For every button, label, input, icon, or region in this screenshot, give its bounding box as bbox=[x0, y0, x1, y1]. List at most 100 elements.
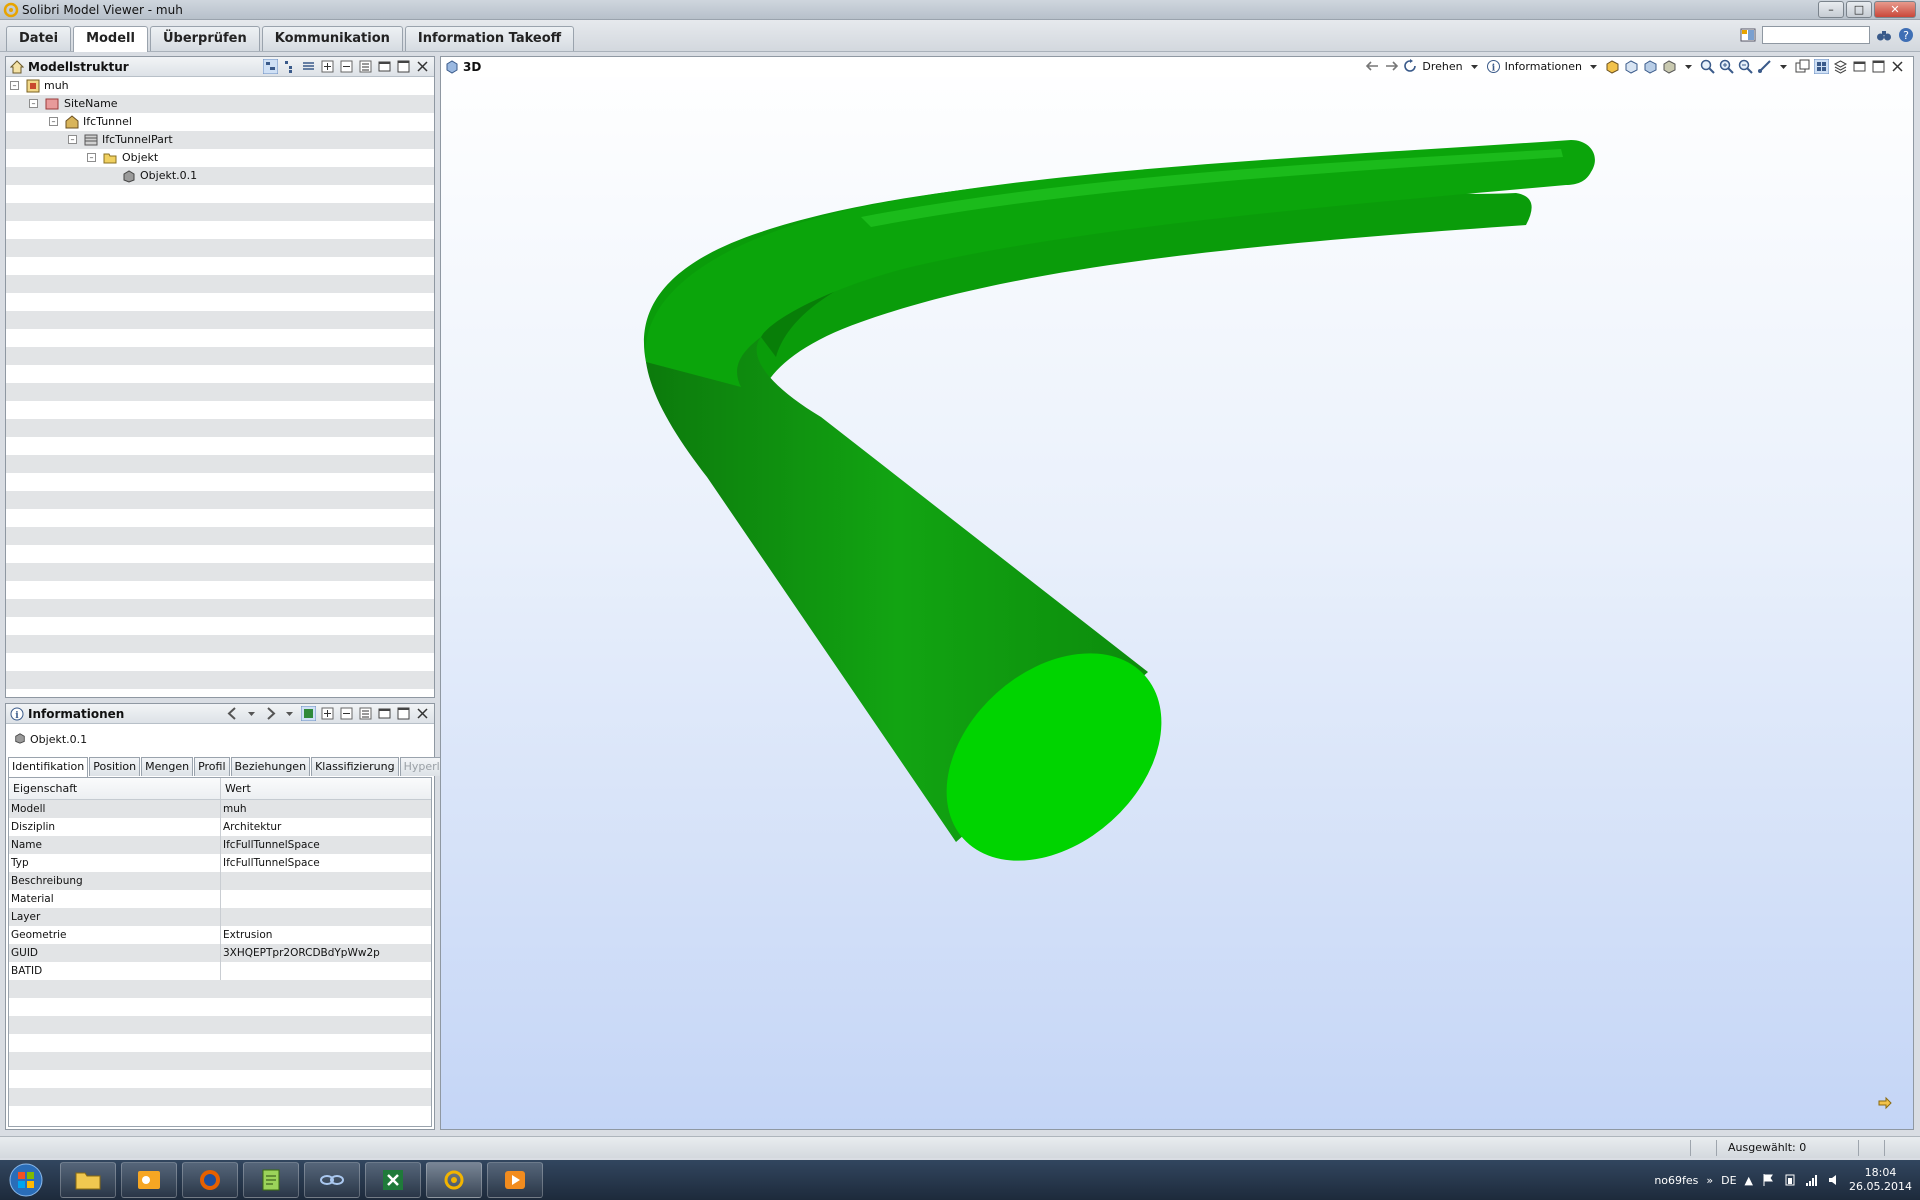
tab-mengen[interactable]: Mengen bbox=[141, 757, 194, 776]
expand-all-icon[interactable] bbox=[320, 59, 335, 74]
table-row[interactable]: Geometrie Extrusion bbox=[9, 926, 431, 944]
start-button-icon[interactable] bbox=[4, 1162, 48, 1198]
tab-beziehungen[interactable]: Beziehungen bbox=[230, 757, 311, 776]
chevron-down-icon[interactable] bbox=[1467, 59, 1482, 74]
table-row[interactable]: Material bbox=[9, 890, 431, 908]
collapse-toggle-icon[interactable]: – bbox=[87, 153, 96, 162]
collapse-toggle-icon[interactable]: – bbox=[10, 81, 19, 90]
taskbar-media[interactable] bbox=[487, 1162, 543, 1198]
clip-plane-icon[interactable] bbox=[1643, 59, 1658, 74]
measure-icon[interactable] bbox=[1757, 59, 1772, 74]
menu-tab-datei[interactable]: Datei bbox=[6, 26, 72, 51]
info-icon[interactable]: i bbox=[1486, 59, 1501, 74]
column-header-wert[interactable]: Wert bbox=[221, 778, 251, 799]
table-row[interactable]: Beschreibung bbox=[9, 872, 431, 890]
maximize-button[interactable]: □ bbox=[1846, 1, 1872, 18]
hierarchy-icon[interactable] bbox=[282, 59, 297, 74]
taskbar-explorer[interactable] bbox=[60, 1162, 116, 1198]
collapse-toggle-icon[interactable]: – bbox=[29, 99, 38, 108]
layout-icon[interactable] bbox=[1740, 27, 1756, 43]
forward-arrow-icon[interactable] bbox=[263, 706, 278, 721]
zoom-fit-icon[interactable] bbox=[1700, 59, 1715, 74]
tree-node-objekt[interactable]: – Objekt bbox=[6, 149, 434, 167]
undo-icon[interactable] bbox=[1365, 59, 1380, 74]
language-indicator[interactable]: DE bbox=[1721, 1174, 1736, 1187]
section-box-icon[interactable] bbox=[1624, 59, 1639, 74]
window-icon[interactable] bbox=[1795, 59, 1810, 74]
table-row[interactable]: Layer bbox=[9, 908, 431, 926]
collapse-toggle-icon[interactable]: – bbox=[68, 135, 77, 144]
volume-icon[interactable] bbox=[1827, 1173, 1841, 1187]
list-icon[interactable] bbox=[358, 706, 373, 721]
table-row[interactable]: Typ IfcFullTunnelSpace bbox=[9, 854, 431, 872]
table-row[interactable]: Name IfcFullTunnelSpace bbox=[9, 836, 431, 854]
tray-user-label[interactable]: no69fes bbox=[1654, 1174, 1698, 1187]
power-icon[interactable] bbox=[1783, 1173, 1797, 1187]
tab-identifikation[interactable]: Identifikation bbox=[8, 757, 89, 777]
collapse-all-icon[interactable] bbox=[339, 59, 354, 74]
info-mode-label[interactable]: Informationen bbox=[1505, 60, 1582, 73]
close-panel-icon[interactable] bbox=[415, 59, 430, 74]
chevron-down-icon[interactable] bbox=[1681, 59, 1696, 74]
flag-icon[interactable] bbox=[1761, 1173, 1775, 1187]
taskbar-firefox[interactable] bbox=[182, 1162, 238, 1198]
help-icon[interactable]: ? bbox=[1898, 27, 1914, 43]
3d-scene[interactable] bbox=[441, 57, 1913, 1129]
chevron-down-icon[interactable] bbox=[244, 706, 259, 721]
chevron-down-icon[interactable] bbox=[1586, 59, 1601, 74]
render-mode-icon[interactable] bbox=[1662, 59, 1677, 74]
maximize-panel-icon[interactable] bbox=[1871, 59, 1886, 74]
back-arrow-icon[interactable] bbox=[225, 706, 240, 721]
taskbar-app[interactable] bbox=[304, 1162, 360, 1198]
table-row[interactable]: Modell muh bbox=[9, 800, 431, 818]
minimize-button[interactable]: – bbox=[1818, 1, 1844, 18]
table-row[interactable]: BATID bbox=[9, 962, 431, 980]
layout-grid-icon[interactable] bbox=[1814, 59, 1829, 74]
box-view-icon[interactable] bbox=[1605, 59, 1620, 74]
tree-node-ifctunnel[interactable]: – IfcTunnel bbox=[6, 113, 434, 131]
search-input[interactable] bbox=[1762, 26, 1870, 44]
layers-icon[interactable] bbox=[1833, 59, 1848, 74]
chevron-down-icon[interactable] bbox=[1776, 59, 1791, 74]
sync-selection-icon[interactable] bbox=[301, 706, 316, 721]
clock[interactable]: 18:04 26.05.2014 bbox=[1849, 1166, 1912, 1194]
table-row[interactable]: GUID 3XHQEPTpr2ORCDBdYpWw2p bbox=[9, 944, 431, 962]
tab-profil[interactable]: Profil bbox=[194, 757, 230, 776]
taskbar-excel[interactable] bbox=[365, 1162, 421, 1198]
collapse-all-icon[interactable] bbox=[339, 706, 354, 721]
tree-node-ifctunnelpart[interactable]: – IfcTunnelPart bbox=[6, 131, 434, 149]
network-icon[interactable] bbox=[1805, 1173, 1819, 1187]
rotate-mode-label[interactable]: Drehen bbox=[1422, 60, 1462, 73]
taskbar-outlook[interactable] bbox=[121, 1162, 177, 1198]
tray-expand-icon[interactable]: » bbox=[1706, 1174, 1713, 1187]
chevron-down-icon[interactable] bbox=[282, 706, 297, 721]
layers-icon[interactable] bbox=[301, 59, 316, 74]
menu-tab-information-takeoff[interactable]: Information Takeoff bbox=[404, 26, 575, 51]
maximize-panel-icon[interactable] bbox=[396, 706, 411, 721]
menu-tab-ueberpruefen[interactable]: Überprüfen bbox=[149, 26, 260, 51]
tree-node-muh[interactable]: – muh bbox=[6, 77, 434, 95]
tree-view-icon[interactable] bbox=[263, 59, 278, 74]
menu-tab-kommunikation[interactable]: Kommunikation bbox=[261, 26, 403, 51]
minimize-panel-icon[interactable] bbox=[1852, 59, 1867, 74]
list-icon[interactable] bbox=[358, 59, 373, 74]
taskbar-solibri[interactable] bbox=[426, 1162, 482, 1198]
close-panel-icon[interactable] bbox=[415, 706, 430, 721]
table-row[interactable]: Disziplin Architektur bbox=[9, 818, 431, 836]
tree-node-objekt-0-1[interactable]: Objekt.0.1 bbox=[6, 167, 434, 185]
rotate-icon[interactable] bbox=[1403, 59, 1418, 74]
zoom-in-icon[interactable] bbox=[1719, 59, 1734, 74]
close-panel-icon[interactable] bbox=[1890, 59, 1905, 74]
redo-icon[interactable] bbox=[1384, 59, 1399, 74]
minimize-panel-icon[interactable] bbox=[377, 59, 392, 74]
viewport-3d[interactable]: 3D Drehen i Informationen bbox=[440, 56, 1914, 1130]
minimize-panel-icon[interactable] bbox=[377, 706, 392, 721]
column-header-eigenschaft[interactable]: Eigenschaft bbox=[9, 778, 221, 799]
menu-tab-modell[interactable]: Modell bbox=[73, 26, 148, 52]
show-hidden-icons-icon[interactable]: ▲ bbox=[1745, 1174, 1753, 1187]
tree-node-sitename[interactable]: – SiteName bbox=[6, 95, 434, 113]
collapse-toggle-icon[interactable]: – bbox=[49, 117, 58, 126]
navigation-arrow-icon[interactable] bbox=[1877, 1095, 1893, 1111]
maximize-panel-icon[interactable] bbox=[396, 59, 411, 74]
binoculars-icon[interactable] bbox=[1876, 27, 1892, 43]
